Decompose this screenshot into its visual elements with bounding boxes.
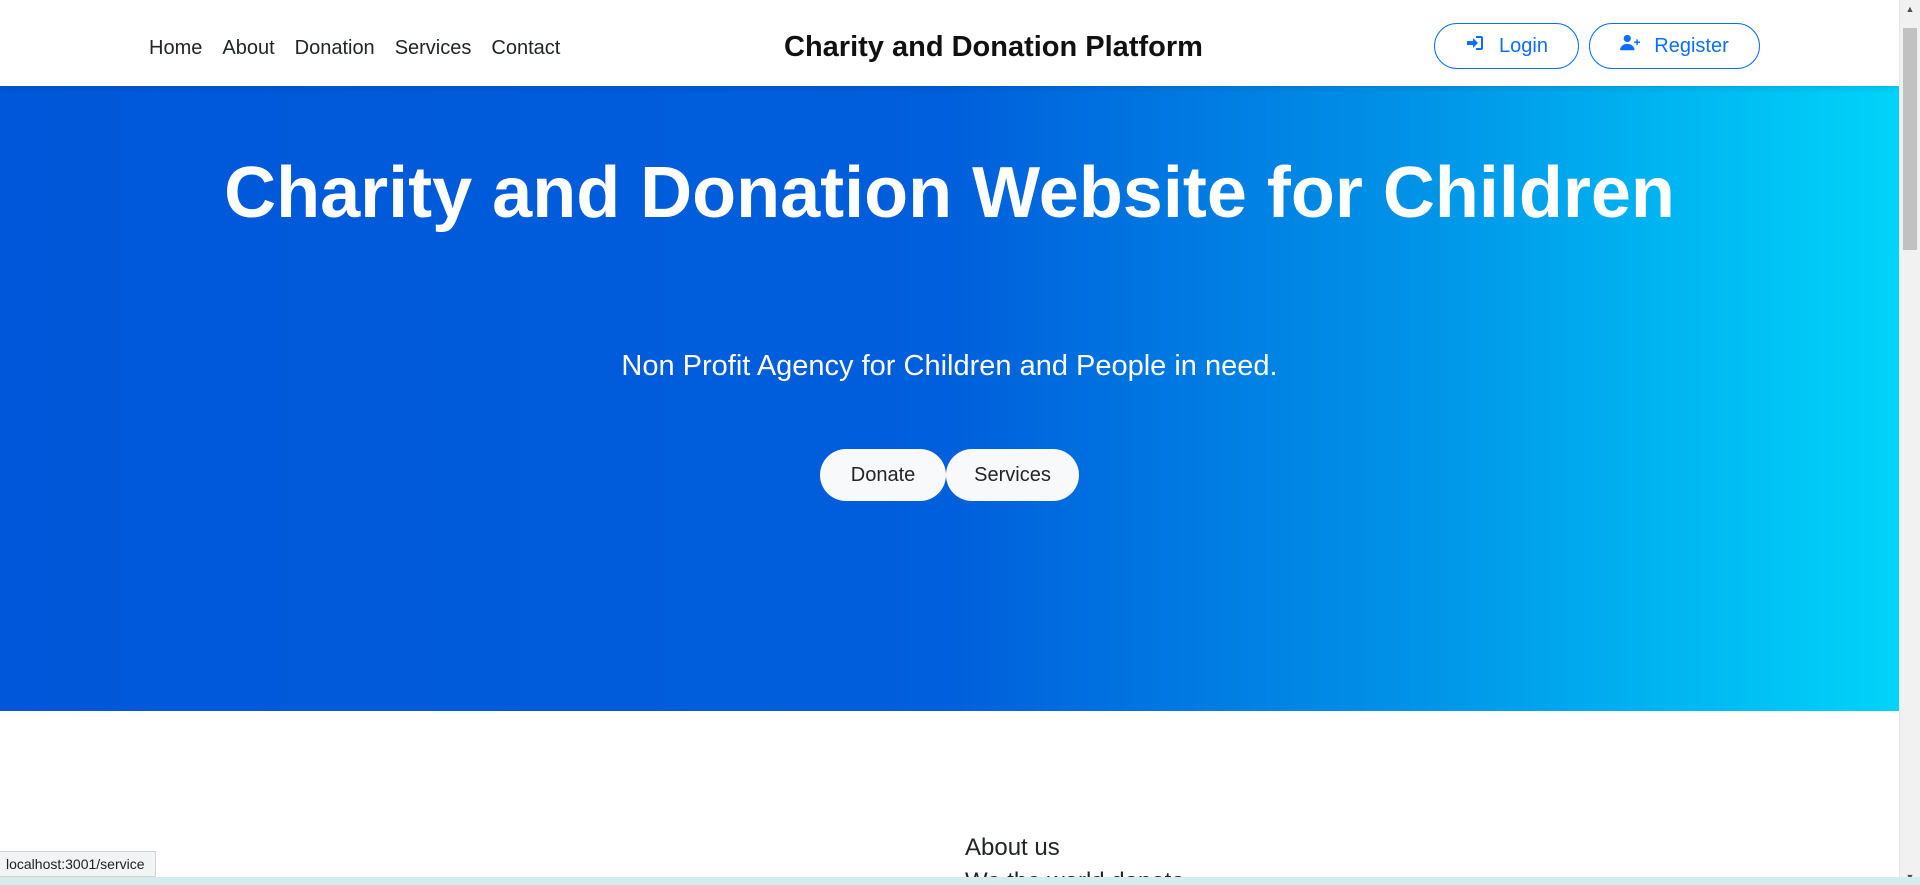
donate-button[interactable]: Donate xyxy=(820,449,946,501)
page-content: Home About Donation Services Contact Cha… xyxy=(0,0,1899,885)
navbar: Home About Donation Services Contact Cha… xyxy=(0,0,1899,86)
browser-page: Home About Donation Services Contact Cha… xyxy=(0,0,1920,885)
site-brand[interactable]: Charity and Donation Platform xyxy=(784,28,1203,66)
nav-link-donation[interactable]: Donation xyxy=(295,34,375,62)
scroll-up-arrow-icon[interactable]: ▲ xyxy=(1900,0,1920,17)
nav-link-contact[interactable]: Contact xyxy=(491,34,560,62)
hero-subtitle: Non Profit Agency for Children and Peopl… xyxy=(621,350,1278,382)
page-scrollbar[interactable]: ▲ ▼ xyxy=(1899,0,1920,885)
nav-link-about[interactable]: About xyxy=(222,34,274,62)
login-label: Login xyxy=(1499,34,1548,57)
nav-link-home[interactable]: Home xyxy=(149,34,202,62)
hero-section: Charity and Donation Website for Childre… xyxy=(0,86,1899,711)
scrollbar-thumb[interactable] xyxy=(1903,28,1917,250)
user-plus-icon xyxy=(1620,33,1641,59)
login-button[interactable]: Login xyxy=(1434,23,1579,69)
register-button[interactable]: Register xyxy=(1589,23,1760,69)
nav-link-services[interactable]: Services xyxy=(395,34,472,62)
register-label: Register xyxy=(1654,34,1729,57)
hero-title: Charity and Donation Website for Childre… xyxy=(224,153,1675,233)
sign-in-icon xyxy=(1465,33,1485,59)
status-bar-url: localhost:3001/service xyxy=(0,851,156,877)
hero-buttons: Donate Services xyxy=(820,449,1079,501)
nav-links: Home About Donation Services Contact xyxy=(149,34,560,62)
about-heading: About us xyxy=(965,834,1060,861)
services-button[interactable]: Services xyxy=(946,449,1079,501)
bottom-strip xyxy=(0,877,1920,885)
